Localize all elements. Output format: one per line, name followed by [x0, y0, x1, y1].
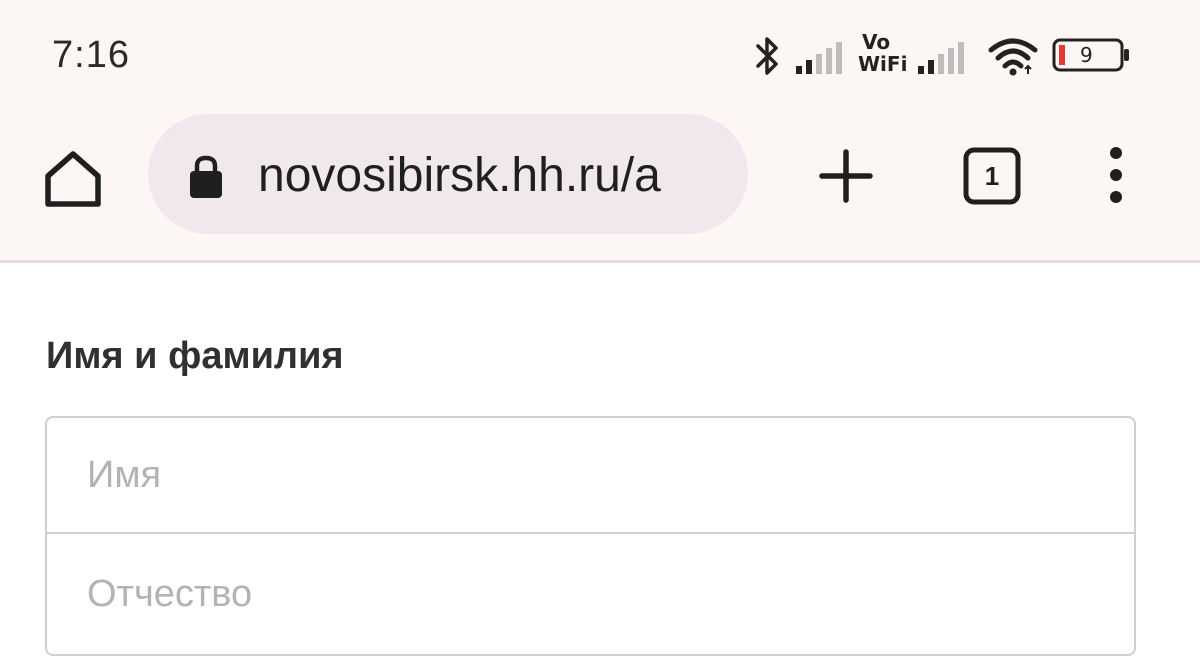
home-icon: [45, 151, 101, 207]
section-title: Имя и фамилия: [46, 335, 344, 377]
more-vert-icon: [1110, 147, 1122, 203]
page-content: Имя и фамилия: [0, 263, 1200, 656]
middle-name-field[interactable]: [47, 536, 1134, 652]
url-text: novosibirsk.hh.ru/a: [258, 149, 661, 202]
status-icons: Vo WiFi 9: [752, 30, 1142, 82]
signal-icon: [918, 42, 964, 74]
name-form-group: [45, 416, 1136, 656]
status-time: 7:16: [52, 34, 130, 76]
signal-icon: [796, 42, 842, 74]
lock-icon: [190, 155, 222, 198]
first-name-field[interactable]: [47, 418, 1134, 534]
new-tab-button[interactable]: [816, 146, 876, 206]
status-bar: 7:16 Vo WiFi 9: [0, 0, 1200, 110]
tab-count: 1: [984, 161, 1000, 191]
vowifi-icon: Vo WiFi: [858, 30, 908, 76]
battery-icon: 9: [1052, 38, 1132, 72]
more-menu-button[interactable]: [1096, 142, 1136, 208]
home-button[interactable]: [40, 146, 106, 212]
bluetooth-icon: [756, 37, 778, 75]
address-bar[interactable]: novosibirsk.hh.ru/a: [148, 114, 748, 234]
tab-switcher-button[interactable]: 1: [962, 146, 1022, 206]
browser-toolbar: novosibirsk.hh.ru/a 1: [0, 110, 1200, 263]
wifi-icon: [988, 38, 1038, 76]
plus-icon: [819, 149, 873, 203]
